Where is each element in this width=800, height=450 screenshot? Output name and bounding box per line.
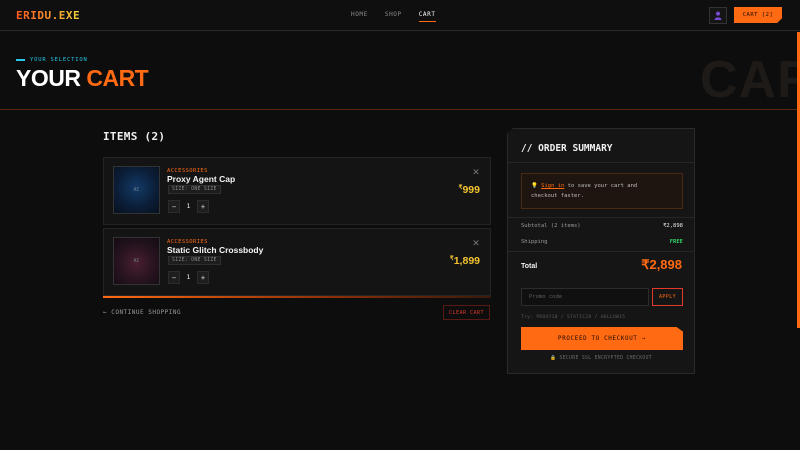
- summary-divider: [508, 217, 694, 218]
- price-amount: 1,899: [453, 255, 480, 267]
- total-label: Total: [521, 263, 538, 270]
- quantity-value: 1: [186, 273, 191, 281]
- hero-background-word: CART: [700, 51, 800, 109]
- subtotal-value: ₹2,898: [663, 223, 683, 229]
- quantity-stepper: − 1 +: [168, 200, 209, 213]
- main-nav: HOME SHOP CART: [351, 11, 436, 22]
- lock-icon: 🔒: [550, 356, 557, 361]
- remove-item-icon[interactable]: ✕: [471, 167, 481, 177]
- user-account-button[interactable]: [709, 7, 727, 24]
- page-title-main: YOUR: [16, 65, 87, 91]
- signin-prompt: 💡 Sign in to save your cart and checkout…: [521, 173, 683, 209]
- summary-divider: [508, 162, 694, 163]
- item-name[interactable]: Proxy Agent Cap: [167, 174, 235, 184]
- clear-cart-button[interactable]: CLEAR CART: [443, 305, 490, 320]
- hero-eyebrow: YOUR SELECTION: [16, 57, 88, 63]
- lightbulb-icon: 💡: [531, 183, 538, 189]
- nav-home[interactable]: HOME: [351, 11, 368, 18]
- apply-promo-button[interactable]: APPLY: [652, 288, 683, 306]
- cart-item: AC ACCESSORIES Static Glitch Crossbody S…: [103, 228, 491, 296]
- user-icon: [714, 11, 722, 20]
- cart-item: AC ACCESSORIES Proxy Agent Cap SIZE: ONE…: [103, 157, 491, 225]
- top-nav-bar: ERIDU.EXE HOME SHOP CART CART [2]: [0, 0, 800, 31]
- secure-checkout-text: SECURE SSL ENCRYPTED CHECKOUT: [559, 356, 652, 361]
- item-price: ₹999: [459, 184, 480, 196]
- signin-text-line2: checkout faster.: [531, 192, 584, 199]
- shipping-row: Shipping FREE: [521, 239, 683, 245]
- increase-quantity-button[interactable]: +: [197, 200, 209, 213]
- order-summary-panel: // ORDER SUMMARY 💡 Sign in to save your …: [507, 128, 695, 374]
- subtotal-label: Subtotal (2 items): [521, 223, 581, 229]
- signin-link[interactable]: Sign in: [541, 183, 564, 189]
- decrease-quantity-button[interactable]: −: [168, 200, 180, 213]
- secure-checkout-note: 🔒 SECURE SSL ENCRYPTED CHECKOUT: [508, 356, 694, 361]
- continue-shopping-link[interactable]: ← CONTINUE SHOPPING: [103, 309, 181, 316]
- quantity-stepper: − 1 +: [168, 271, 209, 284]
- decrease-quantity-button[interactable]: −: [168, 271, 180, 284]
- shipping-label: Shipping: [521, 239, 548, 245]
- item-size-badge: SIZE: ONE SIZE: [168, 185, 221, 194]
- proceed-to-checkout-button[interactable]: PROCEED TO CHECKOUT →: [521, 327, 683, 350]
- increase-quantity-button[interactable]: +: [197, 271, 209, 284]
- site-logo[interactable]: ERIDU.EXE: [16, 9, 80, 22]
- product-thumbnail[interactable]: AC: [113, 237, 160, 285]
- nav-cart[interactable]: CART: [418, 11, 436, 22]
- header-cart-button[interactable]: CART [2]: [734, 7, 782, 23]
- summary-divider: [508, 251, 694, 252]
- page-title-accent: CART: [86, 65, 149, 91]
- page-title: YOUR CART: [16, 65, 149, 92]
- promo-hint: Try: PROXY10 / STATIC20 / HOLLOW15: [521, 315, 626, 320]
- price-amount: 999: [462, 184, 480, 196]
- total-value: ₹2,898: [641, 257, 682, 272]
- eyebrow-line: [16, 59, 25, 61]
- page-hero: CART YOUR SELECTION YOUR CART: [0, 32, 800, 110]
- product-thumbnail[interactable]: AC: [113, 166, 160, 214]
- eyebrow-text: YOUR SELECTION: [30, 57, 88, 63]
- thumbnail-label: AC: [133, 187, 140, 193]
- thumbnail-label: AC: [133, 258, 140, 264]
- items-divider: [103, 296, 491, 298]
- nav-shop[interactable]: SHOP: [385, 11, 402, 18]
- item-size-badge: SIZE: ONE SIZE: [168, 256, 221, 265]
- item-name[interactable]: Static Glitch Crossbody: [167, 245, 263, 255]
- remove-item-icon[interactable]: ✕: [471, 238, 481, 248]
- quantity-value: 1: [186, 202, 191, 210]
- subtotal-row: Subtotal (2 items) ₹2,898: [521, 223, 683, 229]
- order-summary-title: // ORDER SUMMARY: [521, 143, 613, 154]
- signin-text-line1: to save your cart and: [564, 183, 638, 189]
- items-heading: ITEMS (2): [103, 130, 166, 143]
- promo-code-input[interactable]: [521, 288, 649, 306]
- item-price: ₹1,899: [450, 255, 480, 267]
- shipping-value: FREE: [669, 239, 683, 245]
